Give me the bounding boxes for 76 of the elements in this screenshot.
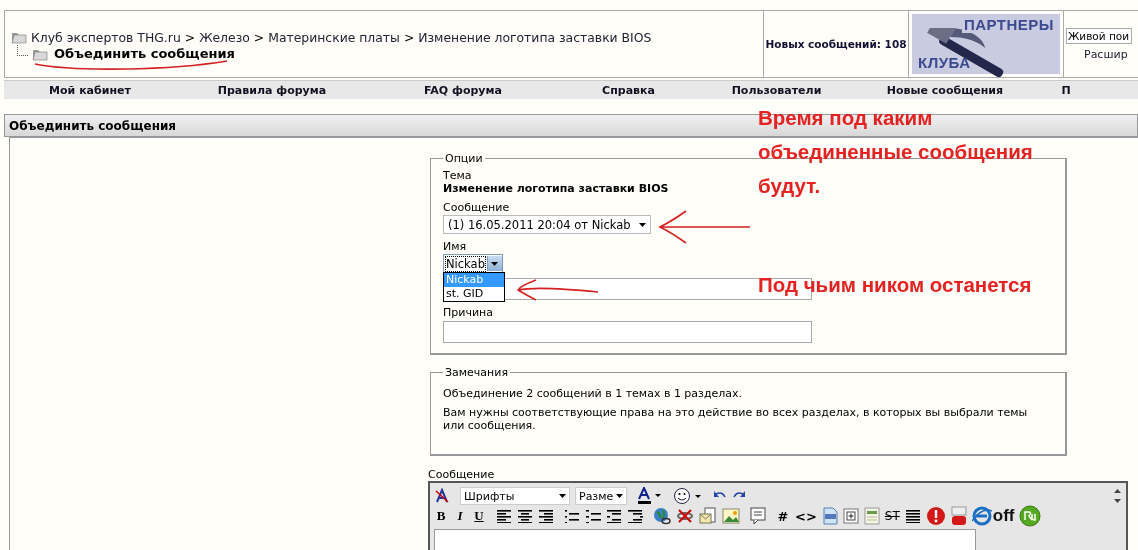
strike-button[interactable]: ST (884, 509, 900, 523)
outdent-icon[interactable] (606, 509, 622, 523)
notes-text: Вам нужны соответствующие права на это действие во всех разделах, в которых вы выбрали темы или сообщения. (443, 406, 1029, 432)
align-center-icon[interactable] (517, 509, 533, 523)
php-icon[interactable] (821, 507, 838, 525)
breadcrumb-separator: > (253, 29, 265, 45)
format-button[interactable]: U (472, 508, 486, 524)
select-value: Шрифты (464, 489, 515, 503)
nav-link[interactable]: FAQ форума (424, 83, 502, 97)
caret-icon (616, 494, 623, 498)
annotation-text: Под чьим ником останется (758, 272, 1033, 298)
expand-box-icon[interactable] (842, 508, 859, 524)
select-value: (1) 16.05.2011 20:04 от Nickab (448, 217, 631, 232)
page-heading: Объединить сообщения (54, 46, 235, 61)
group-legend: Опции (443, 152, 485, 165)
banner-text: КЛУБА (918, 54, 971, 71)
video-logo-icon[interactable] (950, 506, 967, 526)
browser-e-icon (971, 506, 992, 526)
advanced-search-link[interactable]: Расшир (1084, 47, 1128, 61)
group-legend: Замечания (443, 366, 511, 379)
caret-icon (491, 261, 499, 266)
annotation-text: Время под каким объединенные сообщения будут. (758, 105, 1034, 199)
select-value: Nickab (446, 256, 485, 271)
bullet-list-icon[interactable] (585, 509, 601, 523)
envelope-document-icon[interactable] (699, 507, 717, 525)
nav-link[interactable]: Мой кабинет (49, 83, 131, 97)
warning-circle-icon[interactable] (925, 506, 946, 526)
nav-link[interactable]: П (1061, 83, 1071, 97)
notes-text: Объединение 2 сообщений в 1 темах в 1 разделах. (443, 387, 744, 400)
globe-link-icon[interactable] (653, 507, 671, 525)
breadcrumb-link[interactable]: Железо (199, 29, 250, 45)
new-posts-link[interactable]: Новых сообщений: 108 (765, 38, 907, 50)
select-value: Разме (579, 489, 614, 503)
breadcrumb-separator: > (403, 29, 415, 45)
nav-link[interactable]: Пользователи (731, 83, 822, 97)
round-logo-icon[interactable] (1019, 505, 1042, 527)
live-search-field[interactable]: Живой пои (1066, 27, 1132, 44)
size-select[interactable]: Разме (575, 487, 627, 505)
format-button[interactable]: B (434, 508, 448, 524)
numbered-list-icon[interactable] (564, 509, 580, 523)
speech-bubble-icon[interactable] (750, 507, 766, 525)
field-label: Имя (443, 240, 468, 253)
field-label: Сообщение (428, 468, 496, 481)
topic-title: Изменение логотипа заставки BIOS (443, 182, 669, 195)
toggle-button[interactable]: off (971, 506, 1015, 526)
tag-button[interactable]: <> (795, 508, 817, 524)
resize-arrows-icon[interactable] (1113, 488, 1122, 504)
nav-link[interactable]: Правила форума (217, 83, 327, 97)
nav-link[interactable]: Справка (602, 83, 655, 97)
field-label: Тема (443, 169, 473, 182)
align-left-icon[interactable] (496, 509, 512, 523)
breadcrumb-link[interactable]: Материнские платы (268, 29, 400, 45)
smiley-icon[interactable] (673, 487, 703, 505)
nav-link[interactable]: Новые сообщения (886, 83, 1004, 97)
message-select[interactable]: (1) 16.05.2011 20:04 от Nickab (443, 215, 651, 234)
dropdown-option[interactable]: st. GID (444, 287, 504, 301)
tag-button[interactable]: # (776, 508, 790, 524)
font-color-icon[interactable] (637, 487, 663, 505)
indent-icon[interactable] (627, 509, 643, 523)
justify-icon[interactable] (904, 509, 921, 523)
format-button[interactable]: I (453, 508, 467, 524)
breadcrumb-link[interactable]: Изменение логотипа заставки BIOS (418, 29, 652, 45)
breadcrumb-separator: > (184, 29, 196, 45)
image-icon[interactable] (722, 508, 740, 524)
field-label: Причина (443, 306, 494, 319)
reason-field[interactable] (443, 321, 812, 343)
dropdown-button[interactable] (486, 256, 502, 271)
font-select[interactable]: Шрифты (460, 487, 570, 505)
field-label: Сообщение (443, 201, 511, 214)
unlink-icon[interactable] (676, 508, 694, 524)
clear-format-icon[interactable] (434, 488, 450, 504)
caret-icon (559, 494, 566, 498)
breadcrumb-link[interactable]: Клуб экспертов THG.ru (31, 29, 181, 45)
align-right-icon[interactable] (538, 509, 554, 523)
picture-frame-icon[interactable] (863, 507, 880, 525)
caret-icon (638, 222, 646, 227)
